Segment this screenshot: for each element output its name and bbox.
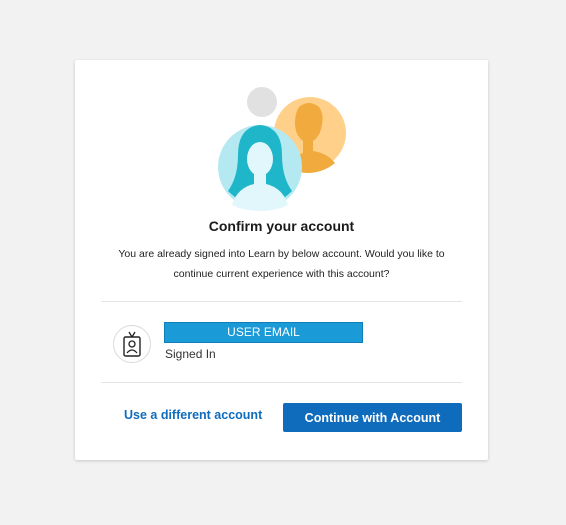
account-row: USER EMAIL Signed In: [113, 322, 453, 366]
account-status: Signed In: [165, 347, 216, 361]
dialog-title: Confirm your account: [208, 218, 355, 234]
account-avatar: [113, 325, 151, 363]
dialog-description: You are already signed into Learn by bel…: [118, 248, 445, 280]
id-badge-icon: [123, 331, 141, 357]
divider: [101, 382, 462, 383]
account-email: USER EMAIL: [164, 322, 363, 343]
confirm-account-dialog: Confirm your account You are already sig…: [75, 60, 488, 460]
divider: [101, 301, 462, 302]
account-illustration-icon: [218, 87, 346, 211]
continue-with-account-button[interactable]: Continue with Account: [283, 403, 462, 432]
use-different-account-button[interactable]: Use a different account: [124, 408, 262, 422]
